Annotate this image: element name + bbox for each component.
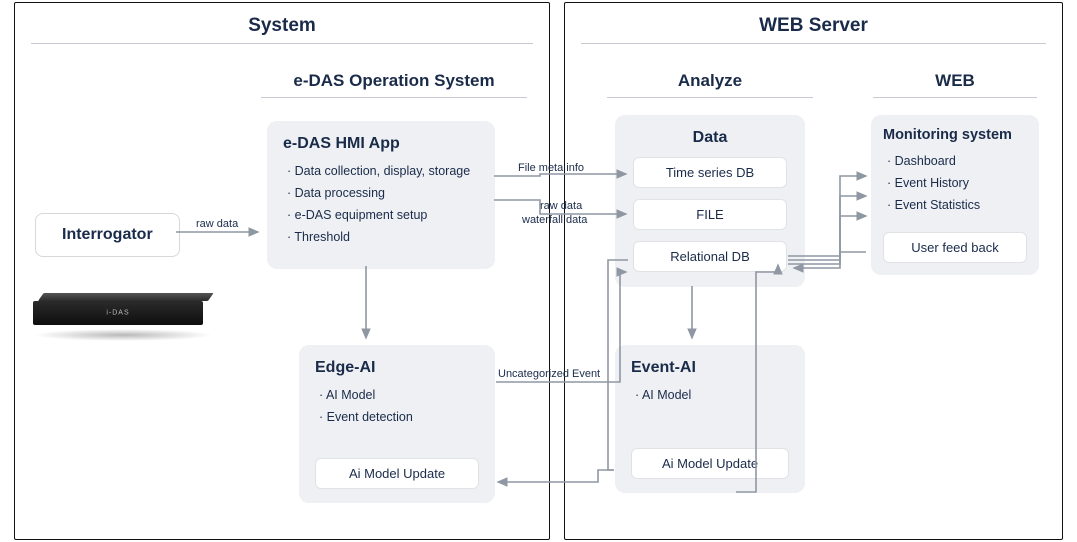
monitoring-items: Dashboard Event History Event Statistics bbox=[887, 151, 1027, 217]
file-chip: FILE bbox=[633, 199, 787, 230]
arrow-label-uncategorized: Uncategorized Event bbox=[498, 368, 600, 380]
hmi-items: Data collection, display, storage Data p… bbox=[287, 161, 479, 249]
event-ai-card: Event-AI AI Model Ai Model Update bbox=[615, 345, 805, 493]
arrow-label-raw-data-wf1: raw data bbox=[540, 200, 582, 212]
monitoring-card: Monitoring system Dashboard Event Histor… bbox=[871, 115, 1039, 275]
event-ai-item: AI Model bbox=[635, 385, 789, 407]
edge-ai-item: Event detection bbox=[319, 407, 479, 429]
monitoring-item: Event History bbox=[887, 173, 1027, 195]
web-title: WEB bbox=[861, 71, 1049, 91]
edge-ai-items: AI Model Event detection bbox=[319, 385, 479, 429]
arrow-label-raw-data: raw data bbox=[196, 218, 238, 230]
hmi-item: e-DAS equipment setup bbox=[287, 205, 479, 227]
hmi-title: e-DAS HMI App bbox=[283, 135, 479, 153]
divider bbox=[607, 97, 813, 98]
hmi-item: Data collection, display, storage bbox=[287, 161, 479, 183]
edge-ai-title: Edge-AI bbox=[315, 359, 479, 377]
data-title: Data bbox=[631, 129, 789, 147]
monitoring-item: Dashboard bbox=[887, 151, 1027, 173]
ai-model-update-button[interactable]: Ai Model Update bbox=[631, 448, 789, 479]
monitoring-title: Monitoring system bbox=[883, 127, 1027, 143]
edas-os-panel: e-DAS Operation System e-DAS HMI App Dat… bbox=[249, 57, 539, 531]
divider bbox=[581, 43, 1046, 44]
relational-db-chip: Relational DB bbox=[633, 241, 787, 272]
user-feedback-button[interactable]: User feed back bbox=[883, 232, 1027, 263]
edge-ai-card: Edge-AI AI Model Event detection Ai Mode… bbox=[299, 345, 495, 503]
monitoring-item: Event Statistics bbox=[887, 195, 1027, 217]
time-series-db-chip: Time series DB bbox=[633, 157, 787, 188]
divider bbox=[261, 97, 527, 98]
divider bbox=[873, 97, 1037, 98]
interrogator-box: Interrogator bbox=[35, 213, 180, 257]
ai-model-update-button[interactable]: Ai Model Update bbox=[315, 458, 479, 489]
web-server-title: WEB Server bbox=[565, 15, 1062, 37]
edge-ai-item: AI Model bbox=[319, 385, 479, 407]
web-server-panel: WEB Server Analyze Data Time series DB F… bbox=[564, 2, 1063, 540]
event-ai-title: Event-AI bbox=[631, 359, 789, 377]
system-panel: System Interrogator e-DAS Operation Syst… bbox=[14, 2, 550, 540]
device-image bbox=[33, 293, 203, 349]
system-title: System bbox=[15, 15, 549, 37]
data-card: Data Time series DB FILE Relational DB bbox=[615, 115, 805, 287]
hmi-card: e-DAS HMI App Data collection, display, … bbox=[267, 121, 495, 269]
web-panel: WEB Monitoring system Dashboard Event Hi… bbox=[861, 57, 1049, 531]
hmi-item: Threshold bbox=[287, 227, 479, 249]
hmi-item: Data processing bbox=[287, 183, 479, 205]
edas-os-title: e-DAS Operation System bbox=[249, 71, 539, 91]
divider bbox=[31, 43, 533, 44]
arrow-label-file-meta: File meta info bbox=[518, 162, 584, 174]
analyze-title: Analyze bbox=[595, 71, 825, 91]
arrow-label-raw-data-wf2: waterfall data bbox=[522, 214, 587, 226]
event-ai-items: AI Model bbox=[635, 385, 789, 407]
analyze-panel: Analyze Data Time series DB FILE Relatio… bbox=[595, 57, 825, 531]
